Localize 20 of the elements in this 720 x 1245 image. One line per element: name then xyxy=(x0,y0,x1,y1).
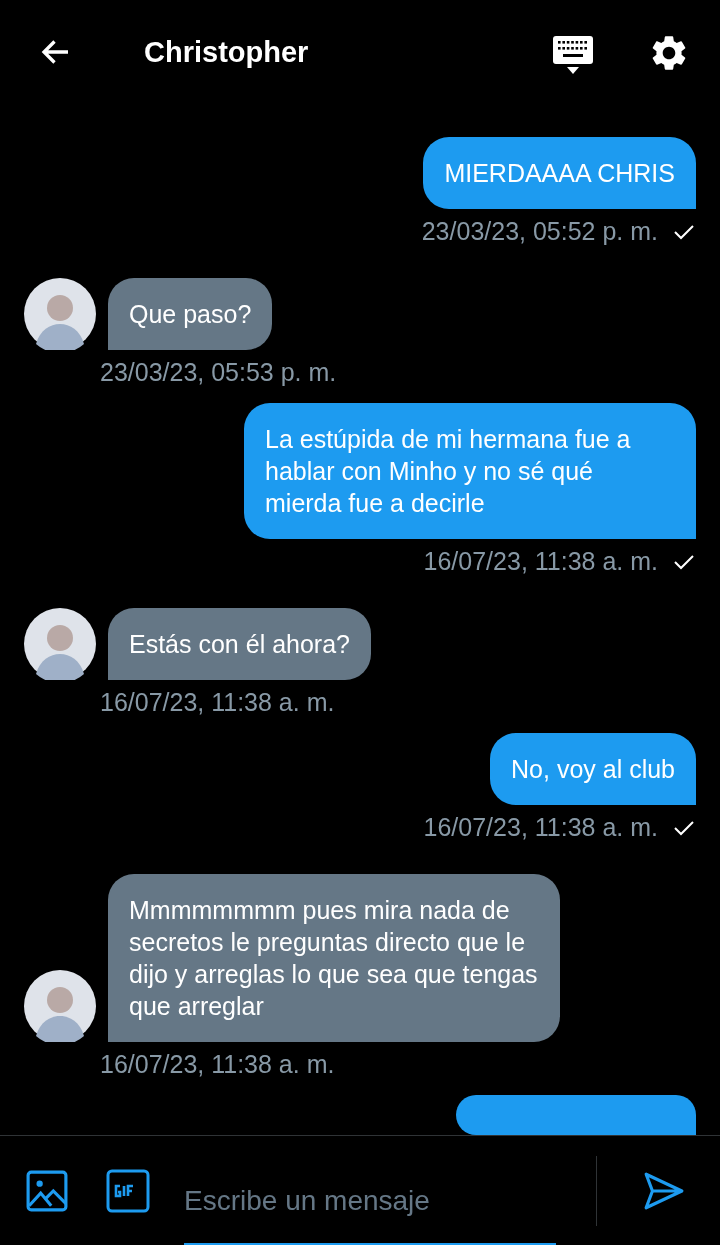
message-bubble: Estás con él ahora? xyxy=(108,608,371,680)
message-time: 16/07/23, 11:38 a. m. xyxy=(100,688,335,717)
avatar[interactable] xyxy=(24,608,96,680)
message-bubble: Mmmmmmmm pues mira nada de secretos le preguntas directo que le dijo y arreglas lo que sea que tengas que arreglar xyxy=(108,874,560,1042)
avatar[interactable] xyxy=(24,278,96,350)
gif-icon[interactable] xyxy=(106,1168,150,1213)
avatar[interactable] xyxy=(24,970,96,1042)
keyboard-icon[interactable] xyxy=(552,34,594,76)
message-bubble: La estúpida de mi hermana fue a hablar con Minho y no sé qué mierda fue a decirle xyxy=(244,403,696,539)
image-icon[interactable] xyxy=(26,1169,68,1212)
message-bubble: No, voy al club xyxy=(490,733,696,805)
chat-title: Christopher xyxy=(144,35,310,69)
message-time: 16/07/23, 11:38 a. m. xyxy=(423,813,658,842)
message-bubble: MIERDAAAA CHRIS xyxy=(423,137,696,209)
message-time: 16/07/23, 11:38 a. m. xyxy=(100,1050,335,1079)
message-time: 23/03/23, 05:53 p. m. xyxy=(100,358,337,387)
message-input[interactable]: Escribe un mensaje xyxy=(184,1158,556,1245)
message-bubble: Que paso? xyxy=(108,278,273,350)
message-time: 23/03/23, 05:52 p. m. xyxy=(421,217,658,246)
message-time: 16/07/23, 11:38 a. m. xyxy=(423,547,658,576)
